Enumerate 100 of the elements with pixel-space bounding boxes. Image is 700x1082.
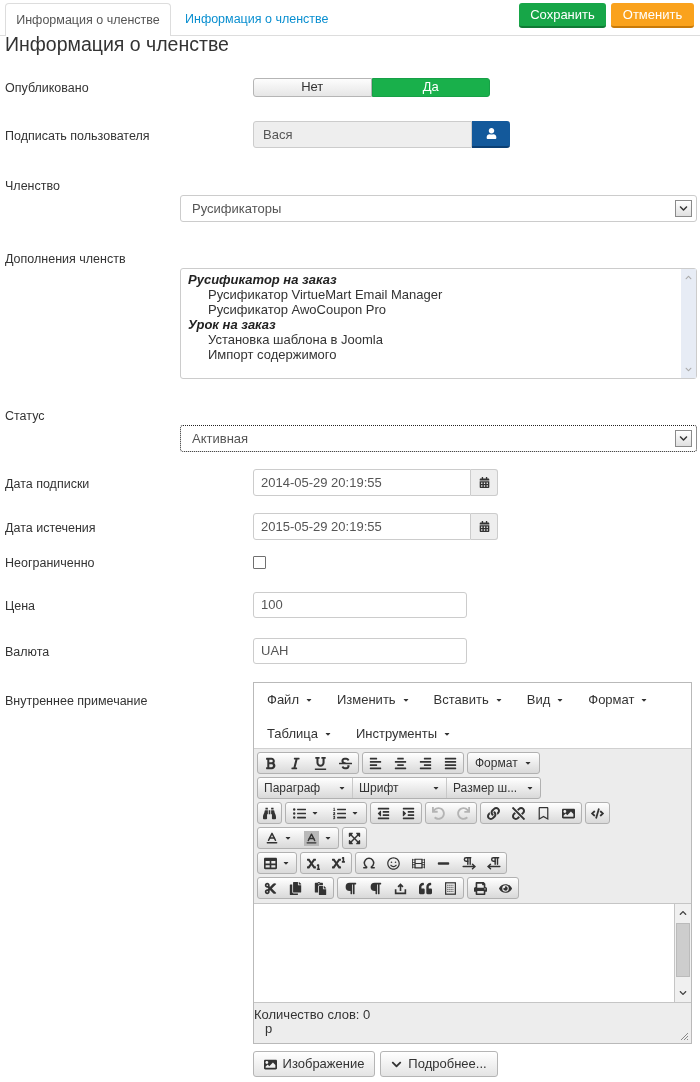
element-path[interactable]: p [254, 1022, 371, 1035]
scrollbar[interactable] [675, 903, 691, 1002]
text-field[interactable]: UAH [253, 638, 467, 664]
bold-icon [264, 756, 277, 770]
checkbox[interactable] [253, 555, 266, 569]
field-label: Статус [5, 409, 45, 423]
list-option[interactable]: Русификатор VirtueMart Email Manager [188, 287, 443, 302]
scrollbar[interactable] [681, 269, 696, 378]
undo-icon [432, 806, 445, 820]
pilcrow-icon [344, 881, 357, 895]
link-icon [487, 806, 500, 820]
page-heading: Информация о членстве [4, 33, 230, 55]
fullscreen-button[interactable] [342, 827, 367, 849]
image-icon [263, 1057, 277, 1071]
table-button[interactable] [257, 852, 297, 874]
user-field[interactable]: Вася [253, 121, 472, 148]
table-icon [264, 856, 277, 870]
calendar-button[interactable] [471, 469, 498, 496]
tray-arrow-icon [394, 881, 407, 895]
menu-item[interactable]: Формат [576, 686, 661, 714]
field-label: Валюта [5, 645, 50, 659]
field-label: Неограниченно [5, 556, 95, 570]
bookmark-icon [537, 806, 550, 820]
expand-arrows-icon [348, 831, 361, 845]
menu-item[interactable]: Таблица [255, 720, 344, 748]
font-dropdown[interactable]: Шрифт [352, 778, 446, 798]
list-option[interactable]: Установка шаблона в Joomla [188, 332, 383, 347]
outdent-icon [377, 806, 390, 820]
chevron-down-icon [675, 430, 692, 447]
pilcrow-left-arrow-icon [486, 856, 501, 870]
list-option[interactable]: Импорт содержимого [188, 347, 337, 362]
tab[interactable]: Информация о членстве [5, 3, 171, 36]
caret-down-icon [640, 696, 649, 704]
date-field[interactable]: 2015-05-29 20:19:55 [253, 513, 471, 540]
image-button[interactable]: Изображение [253, 1051, 375, 1077]
align-right-icon [419, 756, 432, 770]
read-more-button[interactable]: Подробнее... [380, 1051, 498, 1077]
text-color-icon [264, 831, 279, 845]
indent-icon [402, 806, 415, 820]
menu-item[interactable]: Изменить [324, 686, 422, 714]
binoculars-icon [263, 806, 276, 820]
tab[interactable]: Информация о членстве [171, 3, 343, 36]
align-center-icon [394, 756, 407, 770]
caret-down-icon [324, 730, 332, 738]
date-field[interactable]: 2014-05-29 20:19:55 [253, 469, 471, 496]
caret-down-icon [432, 784, 440, 792]
paste-icon [314, 881, 327, 895]
caret-down-icon [324, 834, 332, 842]
document-grid-icon [444, 881, 457, 895]
menu-item[interactable]: Вставить [421, 686, 515, 714]
film-icon [412, 856, 425, 870]
scrollbar-thumb[interactable] [676, 923, 690, 977]
menu-item[interactable]: Инструменты [344, 720, 464, 748]
quote-icon [419, 881, 432, 895]
caret-down-icon [523, 759, 532, 767]
source-code-button[interactable] [585, 802, 610, 824]
select-user-button[interactable] [472, 121, 510, 148]
font-size-dropdown[interactable]: Размер ш... [446, 778, 540, 798]
field-label: Дата истечения [5, 520, 96, 535]
menu-item[interactable]: Файл [255, 686, 325, 714]
field-label: Внутреннее примечание [5, 694, 148, 708]
italic-icon [289, 756, 302, 770]
chevron-up-icon [685, 274, 692, 281]
field-label: Дополнения членств [5, 252, 126, 266]
bullet-list-icon [293, 806, 306, 820]
resize-handle-icon[interactable] [680, 1032, 689, 1041]
list-option[interactable]: Русификатор AwoCoupon Pro [188, 302, 386, 317]
calendar-button[interactable] [471, 513, 498, 540]
select-field[interactable]: Активная [180, 425, 697, 452]
select-field[interactable]: Русификаторы [180, 195, 697, 222]
chevron-up-icon [679, 909, 687, 917]
user-icon [485, 128, 497, 139]
menu-item[interactable]: Вид [514, 686, 577, 714]
find-button[interactable] [257, 802, 282, 824]
copy-icon [289, 881, 302, 895]
chevron-down-icon [685, 366, 692, 373]
printer-icon [474, 881, 487, 895]
smiley-icon [387, 856, 400, 870]
chevron-down-icon [675, 200, 692, 217]
numbered-list-icon [333, 806, 346, 820]
paragraph-dropdown[interactable]: Параграф [258, 778, 352, 798]
caret-down-icon [304, 696, 313, 704]
caret-down-icon [526, 784, 534, 792]
word-count: Количество слов: 0 [254, 1008, 371, 1022]
caret-down-icon [283, 834, 292, 842]
strikethrough-icon [339, 756, 352, 770]
superscript-icon [332, 856, 345, 870]
caret-down-icon [556, 696, 565, 704]
field-label: Опубликовано [5, 81, 89, 95]
highlight-color-icon [304, 830, 319, 846]
format-dropdown[interactable]: Формат [467, 752, 540, 774]
field-label: Цена [5, 599, 36, 613]
text-field[interactable]: 100 [253, 592, 467, 618]
caret-down-icon [282, 859, 290, 867]
align-left-icon [369, 756, 382, 770]
caret-down-icon [311, 809, 319, 817]
image-icon [562, 806, 575, 820]
toggle-option[interactable]: Нет [253, 77, 372, 97]
align-justify-icon [444, 756, 457, 770]
field-label: Дата подписки [5, 476, 90, 491]
